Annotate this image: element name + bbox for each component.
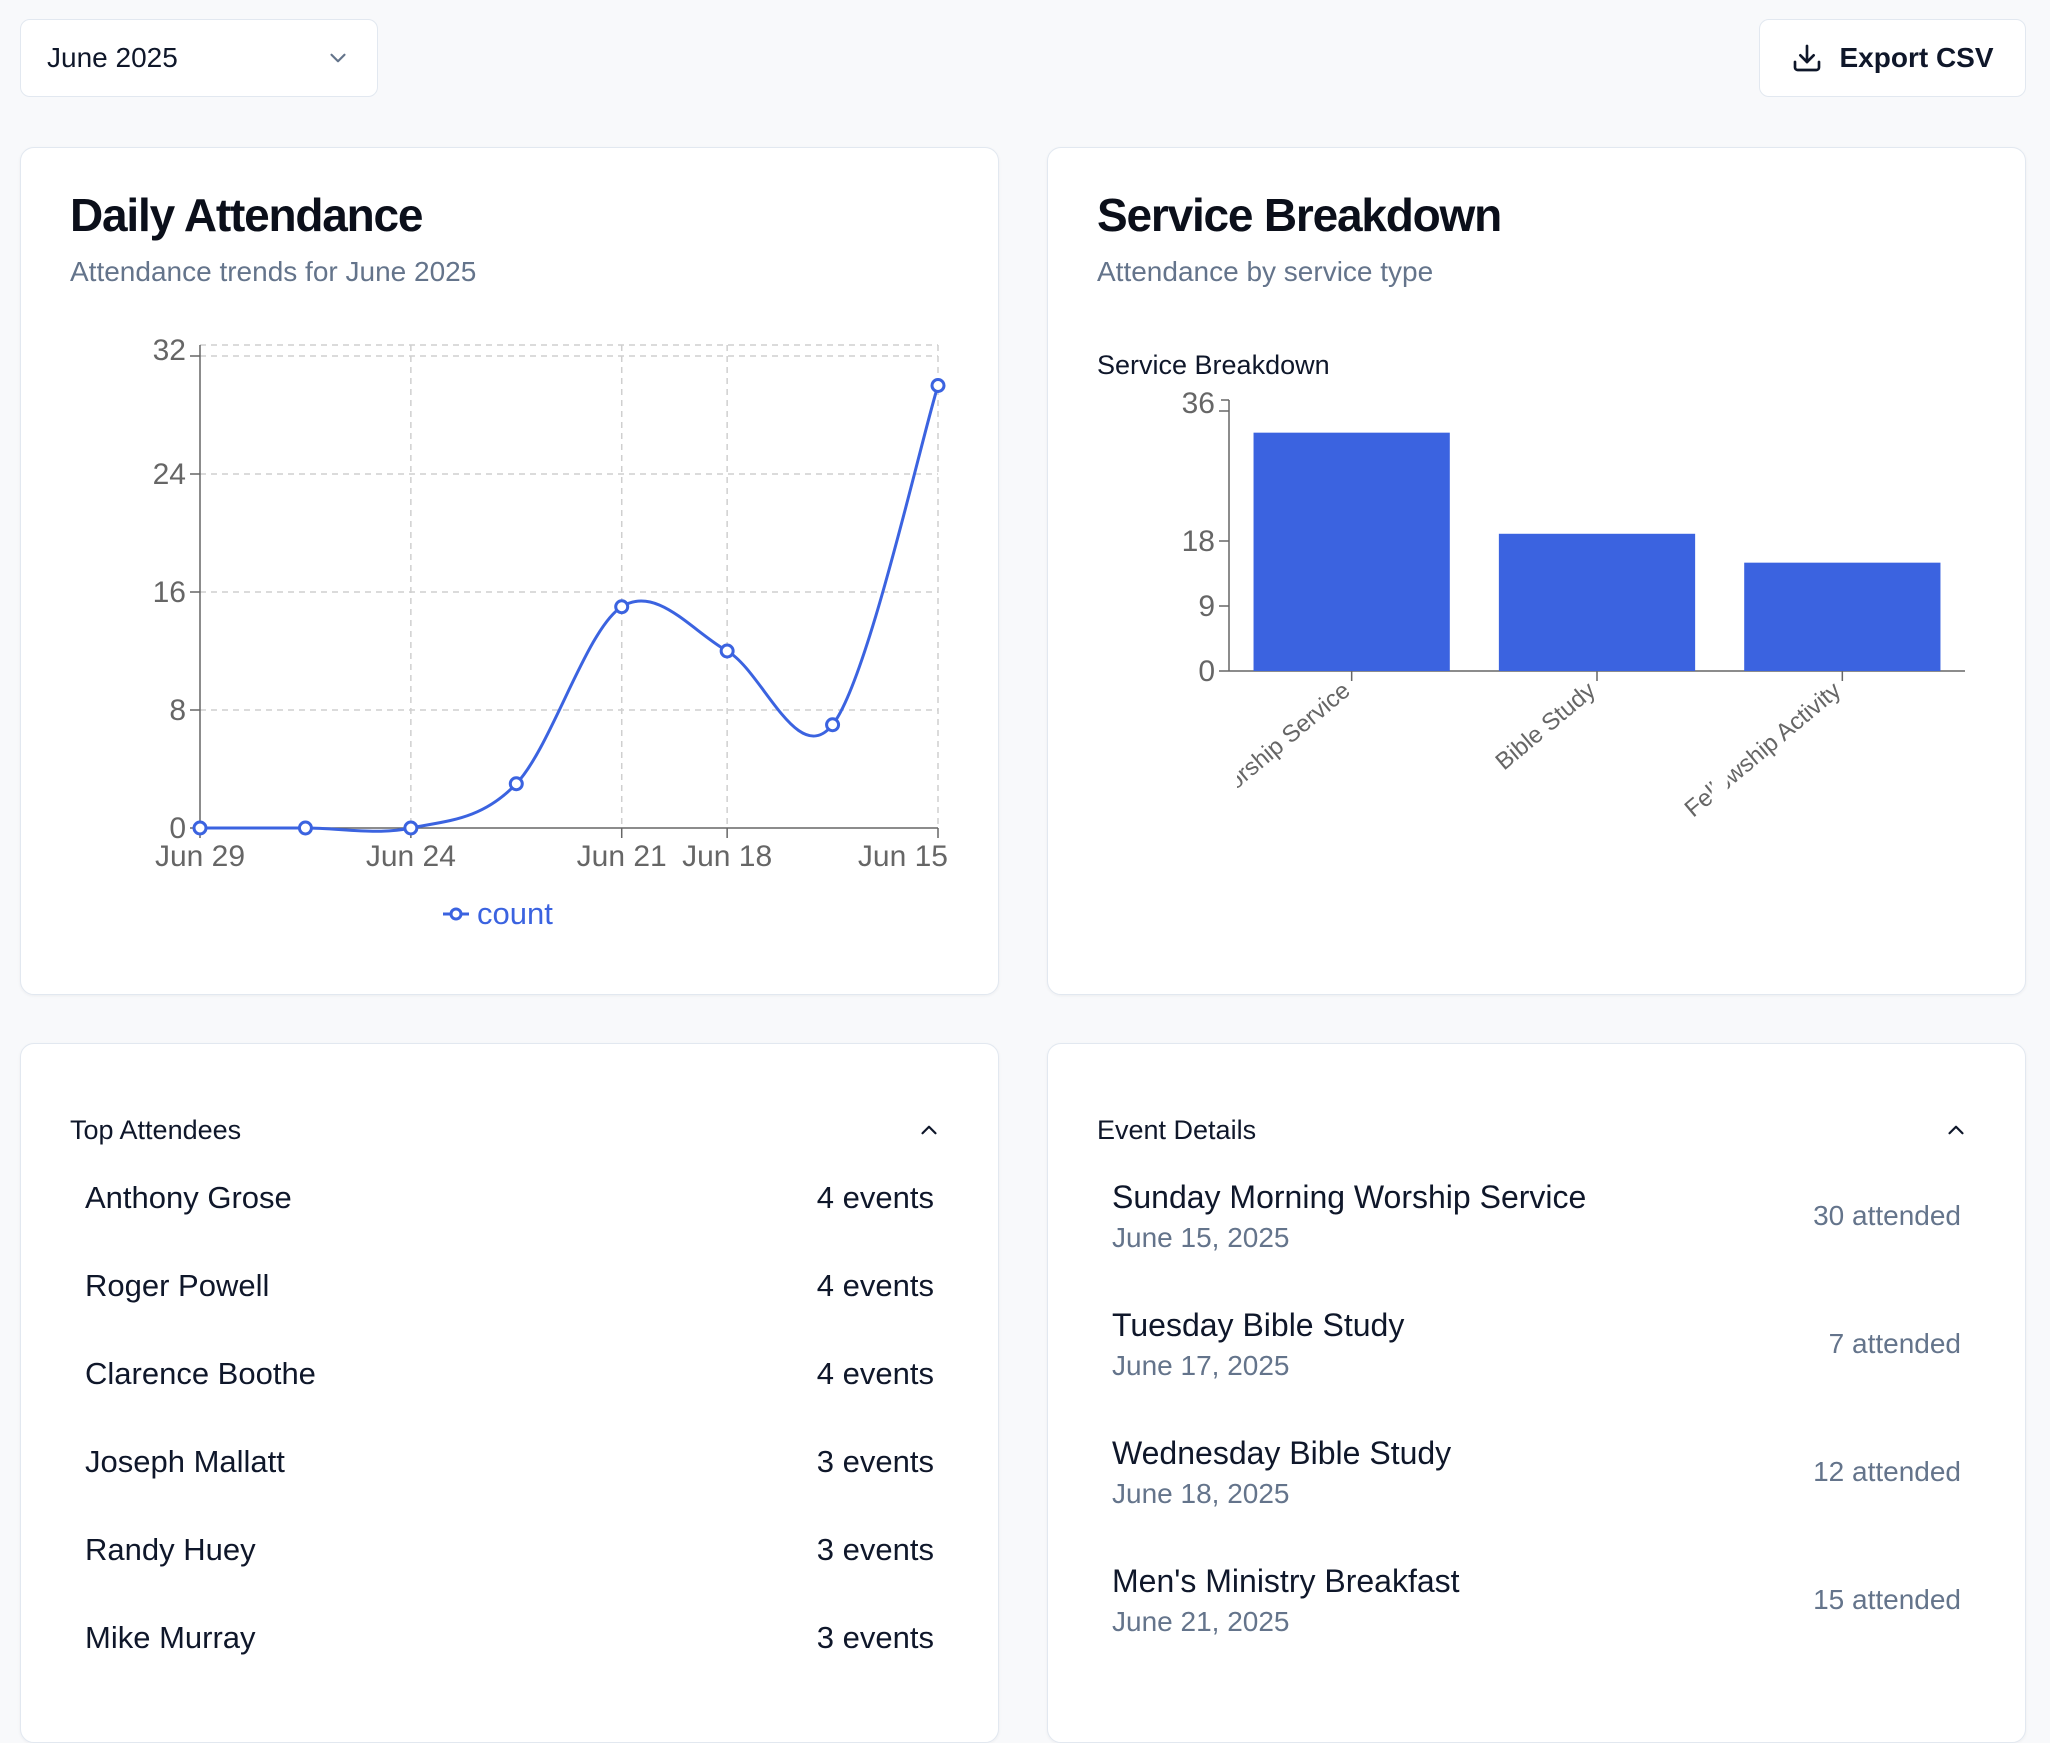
export-csv-button[interactable]: Export CSV bbox=[1759, 19, 2026, 97]
data-point bbox=[508, 776, 524, 792]
x-tick-label: Jun 29 bbox=[155, 840, 245, 873]
event-details-card: Event Details Sunday Morning Worship Ser… bbox=[1047, 1043, 2026, 1743]
y-tick-label: 32 bbox=[153, 334, 186, 367]
attendee-count: 4 events bbox=[816, 1268, 934, 1303]
month-select-value: June 2025 bbox=[47, 42, 178, 73]
y-tick-label: 36 bbox=[1182, 387, 1215, 420]
data-point bbox=[192, 820, 208, 836]
bar-1 bbox=[1253, 432, 1450, 671]
attendee-row[interactable]: Anthony Grose 4 events bbox=[85, 1154, 934, 1242]
top-attendees-header[interactable]: Top Attendees bbox=[70, 1110, 949, 1150]
event-attended-count: 12 attended bbox=[1813, 1456, 1961, 1487]
data-point bbox=[930, 378, 946, 393]
event-name: Tuesday Bible Study bbox=[1112, 1307, 1405, 1343]
attendee-count: 4 events bbox=[816, 1180, 934, 1215]
event-row[interactable]: Wednesday Bible Study June 18, 2025 12 a… bbox=[1112, 1408, 1961, 1536]
attendee-count: 3 events bbox=[816, 1620, 934, 1655]
export-csv-label: Export CSV bbox=[1839, 42, 1994, 73]
bar-2 bbox=[1498, 533, 1696, 671]
attendee-name: Joseph Mallatt bbox=[85, 1444, 285, 1479]
x-tick-label: Worship Service bbox=[1205, 677, 1356, 810]
attendee-name: Mike Murray bbox=[85, 1620, 256, 1655]
top-attendees-card: Top Attendees Anthony Grose 4 events Rog… bbox=[20, 1043, 999, 1743]
chevron-up-icon bbox=[921, 1125, 937, 1135]
attendee-count: 3 events bbox=[816, 1532, 934, 1567]
attendee-name: Randy Huey bbox=[85, 1532, 256, 1567]
data-point bbox=[403, 820, 419, 836]
legend-marker bbox=[449, 907, 463, 921]
event-date: June 21, 2025 bbox=[1112, 1606, 1290, 1637]
event-attended-count: 30 attended bbox=[1813, 1200, 1961, 1231]
event-row[interactable]: Tuesday Bible Study June 17, 2025 7 atte… bbox=[1112, 1280, 1961, 1408]
event-date: June 18, 2025 bbox=[1112, 1478, 1290, 1509]
x-tick-label: Jun 21 bbox=[577, 840, 667, 873]
bar-3 bbox=[1744, 562, 1941, 671]
attendee-count: 4 events bbox=[816, 1356, 934, 1391]
attendee-row[interactable]: Joseph Mallatt 3 events bbox=[85, 1418, 934, 1506]
y-tick-label: 24 bbox=[153, 458, 186, 491]
line-chart-grid bbox=[200, 344, 939, 828]
event-date: June 15, 2025 bbox=[1112, 1222, 1290, 1253]
download-icon bbox=[1794, 44, 1821, 72]
data-point bbox=[825, 717, 841, 733]
attendee-name: Clarence Boothe bbox=[85, 1356, 316, 1391]
y-tick-label: 0 bbox=[1198, 655, 1215, 688]
x-tick-label: Jun 15 bbox=[858, 840, 948, 873]
attendee-row[interactable]: Mike Murray 3 events bbox=[85, 1594, 934, 1682]
legend-label: count bbox=[477, 896, 553, 931]
data-point bbox=[719, 643, 735, 659]
event-details-header[interactable]: Event Details bbox=[1097, 1110, 1976, 1150]
daily-attendance-chart: 08162432Jun 29 Jun 24 Jun 21 Jun 18 Jun 15co… bbox=[153, 334, 948, 931]
top-attendees-title: Top Attendees bbox=[70, 1114, 242, 1145]
event-details-title: Event Details bbox=[1097, 1114, 1257, 1145]
event-name: Men's Ministry Breakfast bbox=[1112, 1563, 1460, 1599]
collapse-event-details-button[interactable] bbox=[1936, 1110, 1976, 1150]
event-details-list: Sunday Morning Worship Service June 15, … bbox=[1112, 1152, 1961, 1664]
x-tick-label: Jun 18 bbox=[682, 840, 772, 873]
attendee-row[interactable]: Clarence Boothe 4 events bbox=[85, 1330, 934, 1418]
chevron-up-icon bbox=[1948, 1125, 1964, 1135]
attendee-name: Anthony Grose bbox=[85, 1180, 292, 1215]
y-tick-label: 18 bbox=[1182, 525, 1215, 558]
x-tick-label: Bible Study bbox=[1490, 677, 1600, 776]
count-series-line bbox=[200, 385, 940, 833]
data-point bbox=[297, 820, 313, 836]
event-name: Wednesday Bible Study bbox=[1112, 1435, 1452, 1471]
x-tick-label: Jun 24 bbox=[366, 840, 456, 873]
event-attended-count: 15 attended bbox=[1813, 1584, 1961, 1615]
event-row[interactable]: Sunday Morning Worship Service June 15, … bbox=[1112, 1152, 1961, 1280]
attendee-count: 3 events bbox=[816, 1444, 934, 1479]
y-tick-label: 9 bbox=[1198, 590, 1215, 623]
attendee-row[interactable]: Randy Huey 3 events bbox=[85, 1506, 934, 1594]
attendee-name: Roger Powell bbox=[85, 1268, 270, 1303]
x-tick-labels: Worship Service Bible Study Fellowship Act… bbox=[1205, 677, 1847, 823]
line-chart-legend: count bbox=[443, 896, 553, 931]
bar-chart-title: Service Breakdown bbox=[1097, 350, 1330, 380]
event-attended-count: 7 attended bbox=[1828, 1328, 1961, 1359]
collapse-top-attendees-button[interactable] bbox=[909, 1110, 949, 1150]
month-select[interactable]: June 2025 bbox=[20, 19, 378, 97]
top-attendees-list: Anthony Grose 4 events Roger Powell 4 ev… bbox=[85, 1154, 934, 1682]
data-point bbox=[614, 599, 630, 615]
event-date: June 17, 2025 bbox=[1112, 1350, 1290, 1381]
daily-attendance-card: Daily Attendance Attendance trends for J… bbox=[20, 147, 999, 995]
service-breakdown-chart: Service Breakdown 0 9 18 36 Worship Service Bi… bbox=[1097, 350, 1965, 823]
chevron-down-icon bbox=[330, 53, 346, 63]
y-tick-label: 16 bbox=[153, 576, 186, 609]
attendee-row[interactable]: Roger Powell 4 events bbox=[85, 1242, 934, 1330]
service-breakdown-card: Service Breakdown Attendance by service … bbox=[1047, 147, 2026, 995]
event-name: Sunday Morning Worship Service bbox=[1112, 1179, 1587, 1215]
y-tick-label: 8 bbox=[169, 694, 186, 727]
event-row[interactable]: Men's Ministry Breakfast June 21, 2025 1… bbox=[1112, 1536, 1961, 1664]
x-tick-label: Fellowship Activity bbox=[1680, 677, 1847, 823]
